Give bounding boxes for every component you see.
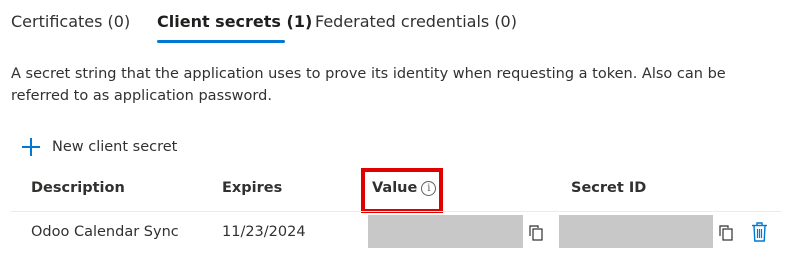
secret-id-redacted (559, 215, 713, 248)
tab-bar: Certificates (0) Client secrets (1) Fede… (0, 0, 792, 48)
trash-icon[interactable] (751, 222, 768, 242)
value-column-highlight-box (361, 168, 443, 213)
active-tab-indicator (157, 40, 285, 43)
tab-client-secrets[interactable]: Client secrets (1) (157, 12, 312, 31)
secret-value-redacted (368, 215, 523, 248)
column-header-description: Description (31, 180, 125, 196)
secret-expires-cell: 11/23/2024 (222, 224, 306, 240)
column-header-expires: Expires (222, 180, 283, 196)
tab-federated-credentials[interactable]: Federated credentials (0) (315, 12, 517, 31)
table-header-divider (11, 211, 781, 212)
new-client-secret-label: New client secret (52, 139, 178, 155)
column-header-secret-id: Secret ID (571, 180, 647, 196)
copy-value-icon[interactable] (529, 225, 543, 241)
tab-certificates[interactable]: Certificates (0) (11, 12, 130, 31)
plus-icon (22, 138, 40, 156)
section-description: A secret string that the application use… (11, 66, 726, 104)
secret-description-cell: Odoo Calendar Sync (31, 224, 179, 240)
copy-secret-id-icon[interactable] (719, 225, 733, 241)
new-client-secret-button[interactable]: New client secret (22, 136, 177, 158)
